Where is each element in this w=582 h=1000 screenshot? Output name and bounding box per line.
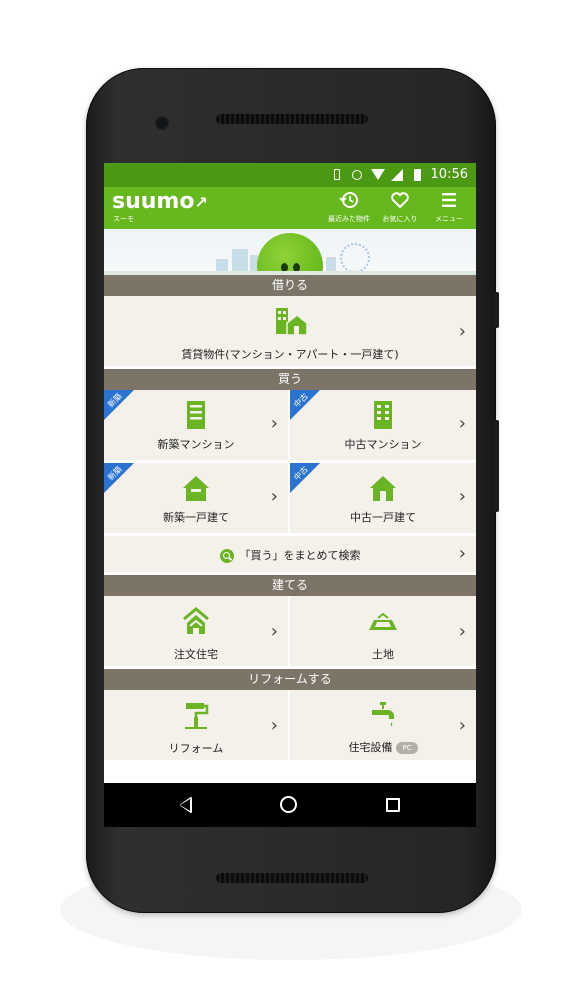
apartment-house-icon (275, 306, 308, 336)
new-mansion-tile[interactable]: 新築 新築マンション › (104, 390, 290, 463)
power-button (494, 420, 499, 512)
reform-tile[interactable]: リフォーム › (104, 690, 290, 763)
volume-button (494, 292, 499, 328)
battery-icon (411, 168, 423, 181)
equipment-tile[interactable]: 住宅設備 PC › (290, 690, 476, 763)
custom-home-tile[interactable]: 注文住宅 › (104, 596, 290, 669)
rental-label: 賃貸物件(マンション・アパート・一戸建て) (181, 348, 399, 361)
faucet-icon (368, 700, 398, 730)
used-house-label: 中古一戸建て (350, 511, 416, 524)
status-bar: 10:56 (104, 163, 476, 187)
heart-icon (375, 190, 425, 214)
recent-button[interactable]: 最近みた物件 (324, 190, 374, 228)
section-header-reform: リフォームする (104, 669, 476, 690)
logo-subtitle: スーモ (113, 215, 134, 223)
rental-tile[interactable]: 賃貸物件(マンション・アパート・一戸建て) › (104, 296, 476, 369)
paint-roller-icon (181, 700, 211, 730)
chevron-right-icon: › (458, 543, 466, 564)
equipment-label-wrap: 住宅設備 PC (290, 739, 476, 755)
chevron-right-icon: › (270, 621, 278, 642)
vibrate-icon (331, 168, 343, 181)
top-speaker (216, 114, 368, 124)
house-icon (181, 473, 211, 503)
main-menu: 借りる 賃貸物件(マンション・アパート・一戸建て) › 買う 新築 新築マンショ… (104, 275, 476, 763)
ferris-wheel-decoration (340, 243, 370, 273)
recent-label: 最近みた物件 (328, 215, 370, 223)
chevron-right-icon: › (458, 715, 466, 736)
hero-banner (104, 229, 476, 275)
custom-home-icon (181, 606, 211, 636)
chevron-right-icon: › (458, 621, 466, 642)
land-label: 土地 (372, 648, 394, 661)
buy-search-all-button[interactable]: 「買う」をまとめて検索 › (104, 536, 476, 575)
signal-icon (390, 168, 403, 181)
reform-label: リフォーム (168, 742, 224, 755)
logo-arrow-icon: ↗ (194, 193, 208, 212)
hamburger-icon (424, 190, 474, 214)
status-clock: 10:56 (430, 167, 468, 182)
favorites-label: お気に入り (382, 215, 418, 223)
screen: 10:56 suumo↗ スーモ 最近みた物件 お気に入り メニュー 借りる 賃… (104, 163, 476, 827)
pc-badge: PC (396, 742, 418, 754)
land-icon (368, 606, 398, 636)
logo-text: suumo (112, 189, 195, 214)
front-camera (157, 118, 167, 128)
recents-icon[interactable] (386, 798, 400, 812)
buy-search-all: 「買う」をまとめて検索 (104, 547, 476, 563)
section-header-build: 建てる (104, 575, 476, 596)
favorites-button[interactable]: お気に入り (375, 190, 425, 228)
bottom-speaker (216, 873, 368, 883)
chevron-right-icon: › (270, 486, 278, 507)
alarm-icon (351, 168, 363, 181)
history-icon (324, 190, 374, 214)
chevron-right-icon: › (270, 413, 278, 434)
used-house-tile[interactable]: 中古 中古一戸建て › (290, 463, 476, 536)
wifi-icon (370, 168, 385, 181)
chevron-right-icon: › (458, 321, 466, 342)
suumo-logo[interactable]: suumo↗ (112, 190, 208, 215)
app-bar: suumo↗ スーモ 最近みた物件 お気に入り メニュー (104, 187, 476, 229)
back-icon[interactable] (176, 795, 196, 815)
custom-home-label: 注文住宅 (174, 648, 218, 661)
android-nav-bar (104, 783, 476, 827)
new-house-tile[interactable]: 新築 新築一戸建て › (104, 463, 290, 536)
home-icon[interactable] (280, 796, 297, 813)
chevron-right-icon: › (458, 413, 466, 434)
new-mansion-label: 新築マンション (157, 438, 235, 451)
land-tile[interactable]: 土地 › (290, 596, 476, 669)
new-house-label: 新築一戸建て (163, 511, 229, 524)
buy-search-all-label: 「買う」をまとめて検索 (239, 549, 361, 562)
suumo-mascot (257, 233, 323, 275)
mansion-icon (181, 400, 211, 430)
section-header-rent: 借りる (104, 275, 476, 296)
menu-label: メニュー (435, 215, 463, 223)
search-icon (219, 549, 234, 563)
used-mansion-label: 中古マンション (344, 438, 422, 451)
mansion-icon (368, 400, 398, 430)
section-header-buy: 買う (104, 369, 476, 390)
chevron-right-icon: › (458, 486, 466, 507)
used-mansion-tile[interactable]: 中古 中古マンション › (290, 390, 476, 463)
chevron-right-icon: › (270, 715, 278, 736)
house-icon (368, 473, 398, 503)
menu-button[interactable]: メニュー (424, 190, 474, 228)
equipment-label: 住宅設備 (348, 741, 393, 754)
